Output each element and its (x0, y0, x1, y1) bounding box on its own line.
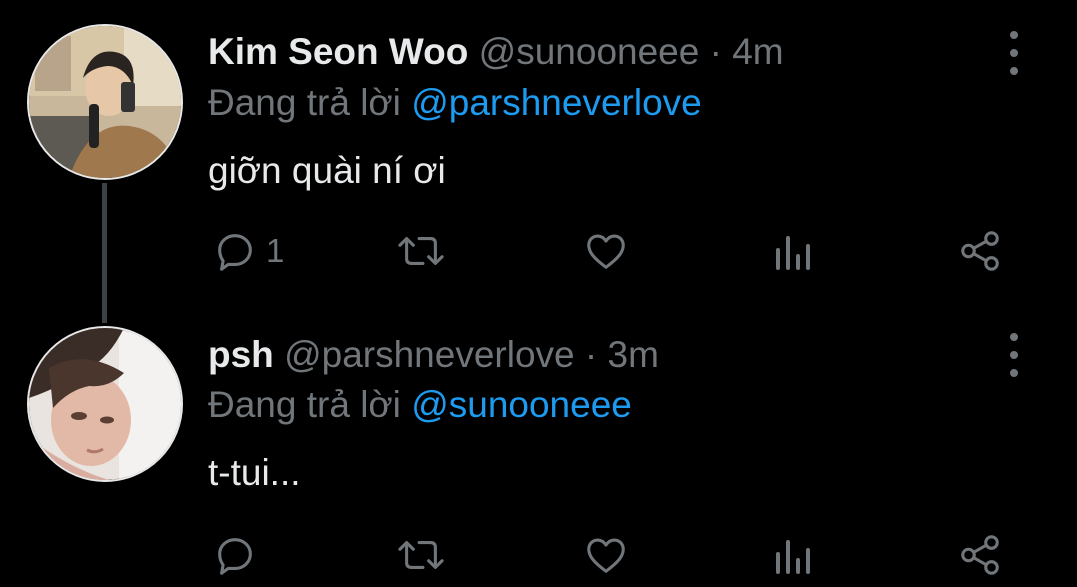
like-icon (587, 538, 625, 573)
replying-to: Đang trả lời @sunooneee (208, 384, 632, 426)
user-handle[interactable]: @parshneverlove (284, 334, 575, 375)
reply-icon (218, 538, 252, 575)
timestamp[interactable]: 3m (608, 334, 659, 375)
retweet-button[interactable] (394, 228, 448, 274)
timestamp[interactable]: 4m (732, 31, 783, 72)
tweet-header: psh @parshneverlove · 3m (208, 334, 659, 376)
share-icon (961, 535, 999, 575)
replying-to: Đang trả lời @parshneverlove (208, 82, 702, 124)
like-button[interactable] (582, 532, 630, 578)
avatar[interactable] (27, 24, 183, 180)
tweet[interactable]: Kim Seon Woo @sunooneee · 4m Đang trả lờ… (0, 0, 1077, 300)
share-button[interactable] (956, 532, 1004, 578)
avatar-photo (29, 328, 181, 480)
analytics-button[interactable] (772, 534, 812, 578)
retweet-button[interactable] (394, 532, 448, 578)
separator-dot: · (584, 334, 598, 375)
avatar[interactable] (27, 326, 183, 482)
share-button[interactable] (956, 228, 1004, 274)
tweet-header: Kim Seon Woo @sunooneee · 4m (208, 31, 784, 73)
separator-dot: · (709, 31, 722, 72)
analytics-icon (776, 236, 810, 270)
tweet-actions: 1 (0, 228, 1077, 278)
display-name[interactable]: Kim Seon Woo (208, 31, 468, 72)
reply-button[interactable] (212, 532, 266, 578)
reply-prefix-label: Đang trả lời (208, 384, 401, 425)
retweet-icon (398, 237, 444, 265)
tweet[interactable]: psh @parshneverlove · 3m Đang trả lời @s… (0, 300, 1077, 587)
avatar-photo (29, 26, 181, 178)
tweet-actions (0, 532, 1077, 582)
more-options-icon[interactable] (1003, 333, 1025, 377)
reply-to-mention-link[interactable]: @sunooneee (411, 384, 632, 425)
reply-prefix-label: Đang trả lời (208, 82, 401, 123)
tweet-text: t-tui... (208, 452, 301, 493)
like-icon (587, 234, 625, 269)
user-handle[interactable]: @sunooneee (479, 31, 700, 72)
share-icon (961, 231, 999, 271)
like-button[interactable] (582, 228, 630, 274)
more-options-icon[interactable] (1003, 31, 1025, 75)
reply-to-mention-link[interactable]: @parshneverlove (411, 82, 702, 123)
reply-count: 1 (266, 232, 285, 269)
reply-icon (218, 234, 252, 271)
display-name[interactable]: psh (208, 334, 274, 375)
analytics-icon (776, 540, 810, 574)
reply-button[interactable]: 1 (212, 228, 284, 274)
tweet-text: giỡn quài ní ơi (208, 150, 446, 191)
retweet-icon (398, 541, 444, 569)
analytics-button[interactable] (772, 230, 812, 274)
